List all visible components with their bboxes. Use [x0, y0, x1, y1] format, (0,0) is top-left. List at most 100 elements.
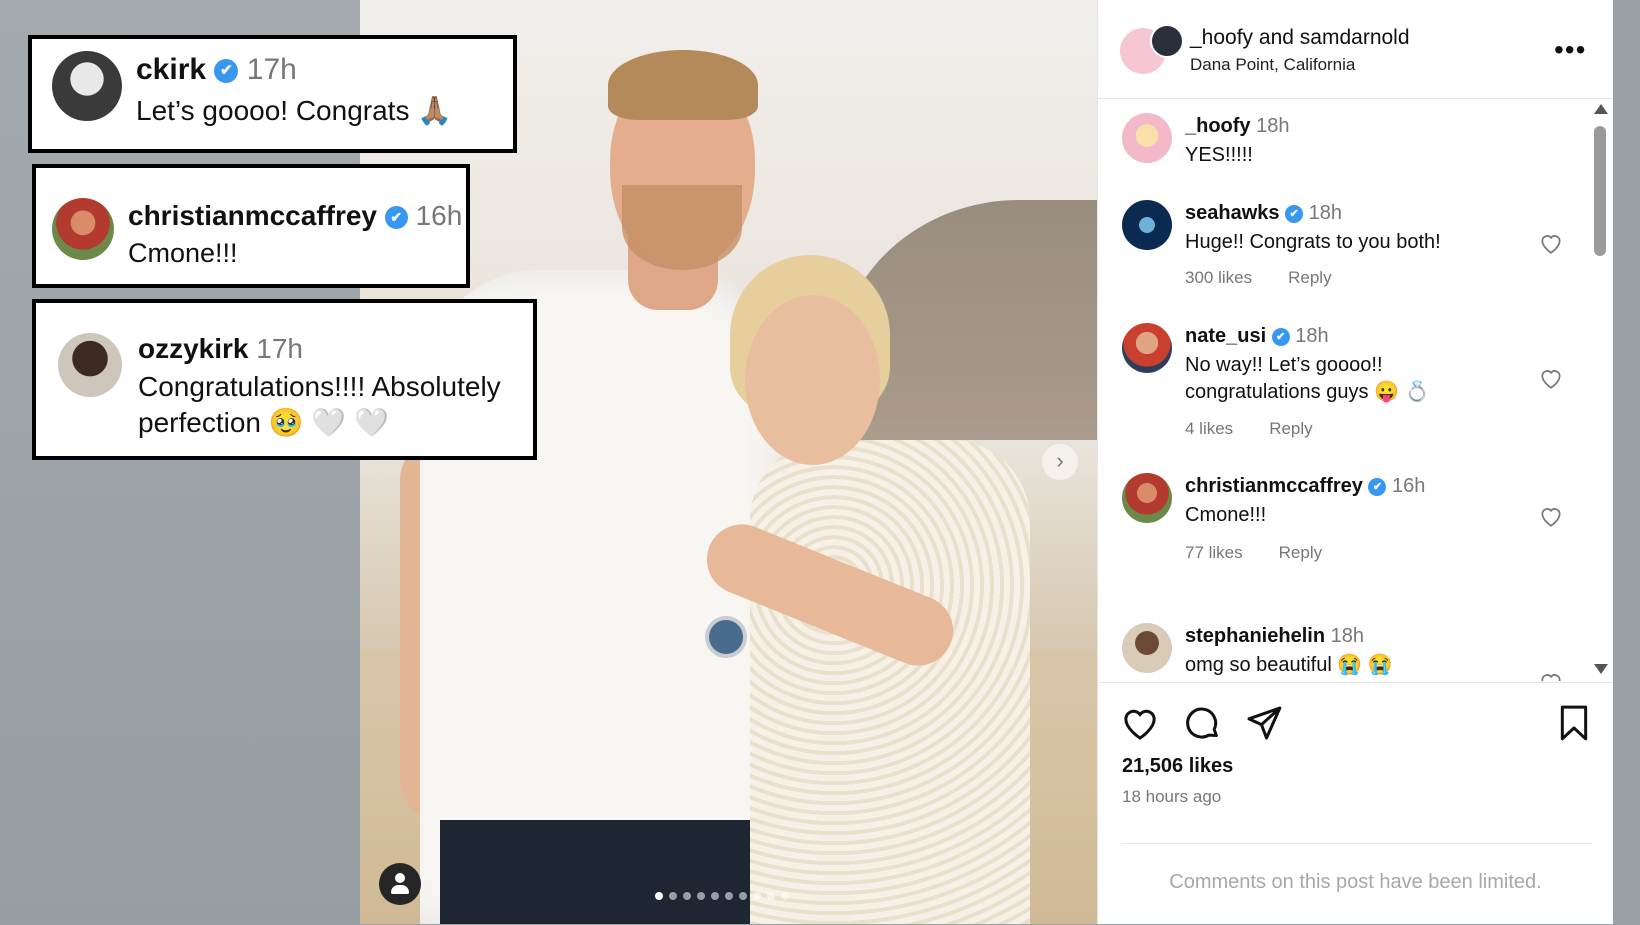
- reply-button[interactable]: Reply: [1279, 543, 1322, 562]
- post-authors: _hoofy and samdarnold: [1190, 26, 1410, 50]
- carousel-dot: [711, 892, 719, 900]
- comment-header: christianmccaffrey ✔ 16h: [1185, 475, 1425, 498]
- avatar: [58, 333, 122, 397]
- carousel-dot: [697, 892, 705, 900]
- share-send-icon[interactable]: [1244, 703, 1284, 743]
- comment-time: 17h: [256, 333, 303, 364]
- comment-text-line1: Congratulations!!!! Absolutely: [138, 371, 501, 402]
- avatar: [52, 51, 122, 121]
- carousel-dot: [781, 892, 789, 900]
- comment-username[interactable]: christianmccaffrey: [1185, 475, 1363, 497]
- comment-icon[interactable]: [1182, 703, 1222, 743]
- tagged-users-button[interactable]: [379, 863, 421, 905]
- verified-icon: ✔: [1285, 204, 1304, 223]
- praying-hands-emoji: 🙏🏽: [417, 95, 453, 126]
- comment-text: YES!!!!!: [1185, 144, 1253, 166]
- like-heart-icon[interactable]: [1120, 703, 1160, 743]
- comment-text-line2: perfection: [138, 407, 261, 438]
- more-options-button[interactable]: •••: [1554, 34, 1586, 66]
- comment-username[interactable]: ckirk: [136, 53, 206, 86]
- comments-list[interactable]: _hoofy 18h YES!!!!! seahawks ✔ 18h Huge!…: [1098, 99, 1593, 681]
- post-side-panel: _hoofy and samdarnold Dana Point, Califo…: [1097, 0, 1613, 924]
- divider: [1122, 843, 1592, 844]
- heart-icon[interactable]: [1538, 669, 1564, 681]
- comment-username[interactable]: stephaniehelin: [1185, 625, 1325, 647]
- list-item: christianmccaffrey ✔ 16h Cmone!!! 77 lik…: [1098, 473, 1593, 583]
- avatar[interactable]: [1122, 623, 1172, 673]
- photo-man-beard: [622, 185, 742, 270]
- carousel-dot: [739, 892, 747, 900]
- comment-text: No way!! Let’s goooo!!: [1185, 354, 1383, 376]
- list-item: nate_usi ✔ 18h No way!! Let’s goooo!! co…: [1098, 323, 1593, 453]
- avatar[interactable]: [1150, 24, 1184, 58]
- comment-text: Cmone!!!: [1185, 504, 1267, 526]
- scroll-up-arrow[interactable]: [1594, 104, 1608, 114]
- comment-username[interactable]: seahawks: [1185, 202, 1280, 224]
- verified-icon: ✔: [384, 206, 408, 230]
- comment-text: Huge!! Congrats to you both!: [1185, 231, 1441, 253]
- comment-username[interactable]: nate_usi: [1185, 325, 1266, 347]
- comment-header: seahawks ✔ 18h: [1185, 202, 1342, 225]
- comment-header: _hoofy 18h: [1185, 115, 1290, 138]
- user-icon: [395, 873, 405, 883]
- carousel-dot: [655, 892, 663, 900]
- callout-comment-ozzykirk: ozzykirk 17h Congratulations!!!! Absolut…: [32, 299, 537, 460]
- verified-icon: ✔: [1368, 477, 1387, 496]
- photo-woman-dress: [750, 440, 1030, 924]
- comment-username[interactable]: christianmccaffrey: [128, 200, 377, 231]
- comment-time: 16h: [415, 200, 463, 231]
- avatar[interactable]: [1122, 113, 1172, 163]
- list-item: stephaniehelin 18h omg so beautiful 😭 😭: [1098, 623, 1593, 681]
- comment-time: 18h: [1308, 202, 1343, 224]
- scrollbar-thumb[interactable]: [1594, 126, 1606, 256]
- avatar[interactable]: [1122, 473, 1172, 523]
- avatar[interactable]: [1122, 323, 1172, 373]
- reply-button[interactable]: Reply: [1269, 419, 1312, 438]
- scroll-down-arrow[interactable]: [1594, 664, 1608, 674]
- callout-comment-ckirk: ckirk ✔ 17h Let’s goooo! Congrats 🙏🏽: [28, 35, 517, 153]
- photo-woman-face: [745, 295, 880, 465]
- comment-header: stephaniehelin 18h: [1185, 625, 1364, 648]
- comment-username[interactable]: _hoofy: [1185, 115, 1251, 137]
- carousel-dot: [767, 892, 775, 900]
- author-joiner: and: [1258, 26, 1294, 49]
- comment-time: 18h: [1256, 115, 1290, 137]
- post-location[interactable]: Dana Point, California: [1190, 55, 1355, 75]
- comment-likes[interactable]: 4 likes: [1185, 419, 1233, 438]
- comment-header: nate_usi ✔ 18h: [1185, 325, 1329, 348]
- comment-time: 18h: [1330, 625, 1364, 647]
- comment-time: 18h: [1295, 325, 1329, 347]
- comment-text: omg so beautiful 😭 😭: [1185, 654, 1393, 676]
- carousel-dot: [753, 892, 761, 900]
- reply-button[interactable]: Reply: [1288, 268, 1331, 287]
- carousel-dot: [683, 892, 691, 900]
- right-background: [1612, 0, 1640, 924]
- heart-icon[interactable]: [1538, 365, 1564, 391]
- comment-likes[interactable]: 300 likes: [1185, 268, 1252, 287]
- comment-text-line2: congratulations guys 😛 💍: [1185, 381, 1430, 403]
- avatar[interactable]: [1122, 200, 1172, 250]
- photo-man-pants: [440, 820, 760, 924]
- author-username[interactable]: _hoofy: [1190, 26, 1253, 49]
- carousel-dot: [669, 892, 677, 900]
- comment-username[interactable]: ozzykirk: [138, 333, 249, 364]
- comment-time: 16h: [1392, 475, 1426, 497]
- comment-time: 17h: [246, 53, 297, 86]
- author-username[interactable]: samdarnold: [1300, 26, 1410, 49]
- heart-icon[interactable]: [1538, 503, 1564, 529]
- comment-meta: 4 likes Reply: [1185, 419, 1349, 439]
- next-photo-button[interactable]: ›: [1042, 444, 1078, 480]
- comment-meta: 77 likes Reply: [1185, 543, 1358, 563]
- list-item: _hoofy 18h YES!!!!!: [1098, 113, 1593, 183]
- post-timestamp: 18 hours ago: [1122, 787, 1222, 806]
- verified-icon: ✔: [214, 59, 239, 84]
- heart-icon[interactable]: [1538, 230, 1564, 256]
- bookmark-icon[interactable]: [1554, 703, 1594, 743]
- photo-watch: [705, 616, 747, 658]
- likes-count[interactable]: 21,506 likes: [1122, 755, 1233, 778]
- carousel-dots: [655, 892, 789, 900]
- post-header: _hoofy and samdarnold Dana Point, Califo…: [1098, 0, 1613, 99]
- emoji-group: 🥹 🤍 🤍: [268, 407, 389, 438]
- post-actions: 21,506 likes 18 hours ago Comments on th…: [1098, 682, 1613, 925]
- comment-likes[interactable]: 77 likes: [1185, 543, 1243, 562]
